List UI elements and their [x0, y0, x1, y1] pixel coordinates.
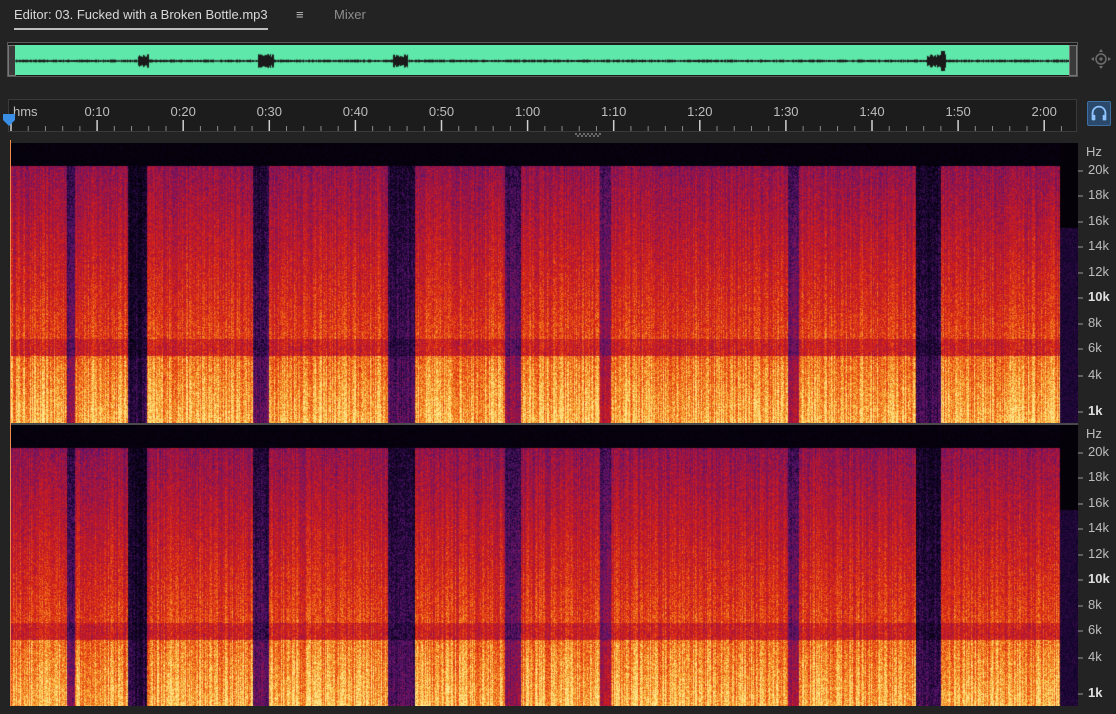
freq-label: 18k — [1088, 187, 1109, 202]
freq-label: 12k — [1088, 264, 1109, 279]
ruler-time-label: 0:20 — [170, 104, 196, 119]
ruler-time-label: 1:40 — [859, 104, 885, 119]
ruler-time-label: 1:00 — [514, 104, 541, 119]
freq-label: 18k — [1088, 469, 1109, 484]
headphones-icon — [1091, 105, 1107, 121]
freq-label: 16k — [1088, 213, 1109, 228]
ruler-time-label: 1:30 — [773, 104, 799, 119]
ruler-ticks — [10, 120, 1062, 131]
monitor-button[interactable] — [1087, 101, 1111, 126]
freq-label: 14k — [1088, 520, 1109, 535]
freq-label: 10k — [1088, 289, 1110, 304]
spectrogram-channel-left[interactable] — [10, 143, 1078, 425]
ruler-time-label: 0:30 — [256, 104, 282, 119]
ruler-time-label: 0:40 — [342, 104, 369, 119]
bottom-strip — [0, 706, 1116, 714]
frequency-axis-right — [1078, 425, 1116, 707]
panel-menu-icon[interactable]: ≡ — [296, 7, 304, 22]
overview-right-handle[interactable] — [1069, 45, 1077, 76]
ruler-time-label: 0:10 — [84, 104, 110, 119]
overview-navigator[interactable] — [7, 42, 1078, 77]
freq-label: 4k — [1088, 649, 1102, 664]
zoom-navigator-icon[interactable] — [1090, 48, 1112, 70]
editor-tab-bar: Editor: 03. Fucked with a Broken Bottle.… — [0, 0, 1116, 34]
tab-editor[interactable]: Editor: 03. Fucked with a Broken Bottle.… — [14, 7, 268, 30]
freq-label: 6k — [1088, 622, 1102, 637]
frequency-axis-left — [1078, 143, 1116, 425]
playhead-icon[interactable] — [2, 113, 16, 127]
freq-label: 1k — [1088, 403, 1103, 418]
freq-label: 12k — [1088, 546, 1109, 561]
frequency-unit-label: Hz — [1086, 144, 1102, 159]
freq-label: 20k — [1088, 444, 1109, 459]
freq-label: 14k — [1088, 238, 1109, 253]
ruler-time-label: 1:10 — [601, 104, 627, 119]
freq-label: 20k — [1088, 162, 1109, 177]
overview-waveform[interactable] — [15, 45, 1070, 75]
timeline-ruler[interactable]: hms 0:10 0:20 0:30 0:40 0:50 1:00 1:10 1:20 1:30… — [8, 99, 1077, 132]
ruler-time-label: 0:50 — [428, 104, 455, 119]
freq-label: 6k — [1088, 340, 1102, 355]
playhead-cursor-line[interactable] — [10, 140, 11, 706]
spectrogram-channel-right[interactable] — [10, 425, 1078, 707]
freq-label: 8k — [1088, 597, 1102, 612]
freq-label: 8k — [1088, 315, 1102, 330]
freq-label: 10k — [1088, 571, 1110, 586]
frequency-unit-label: Hz — [1086, 426, 1102, 441]
freq-label: 1k — [1088, 685, 1103, 700]
freq-label: 16k — [1088, 495, 1109, 510]
ruler-time-label: 1:50 — [945, 104, 971, 119]
tab-mixer[interactable]: Mixer — [334, 7, 366, 22]
resize-grip-icon[interactable] — [575, 133, 603, 137]
ruler-time-label: 2:00 — [1031, 104, 1057, 119]
ruler-time-label: 1:20 — [687, 104, 713, 119]
freq-label: 4k — [1088, 367, 1102, 382]
